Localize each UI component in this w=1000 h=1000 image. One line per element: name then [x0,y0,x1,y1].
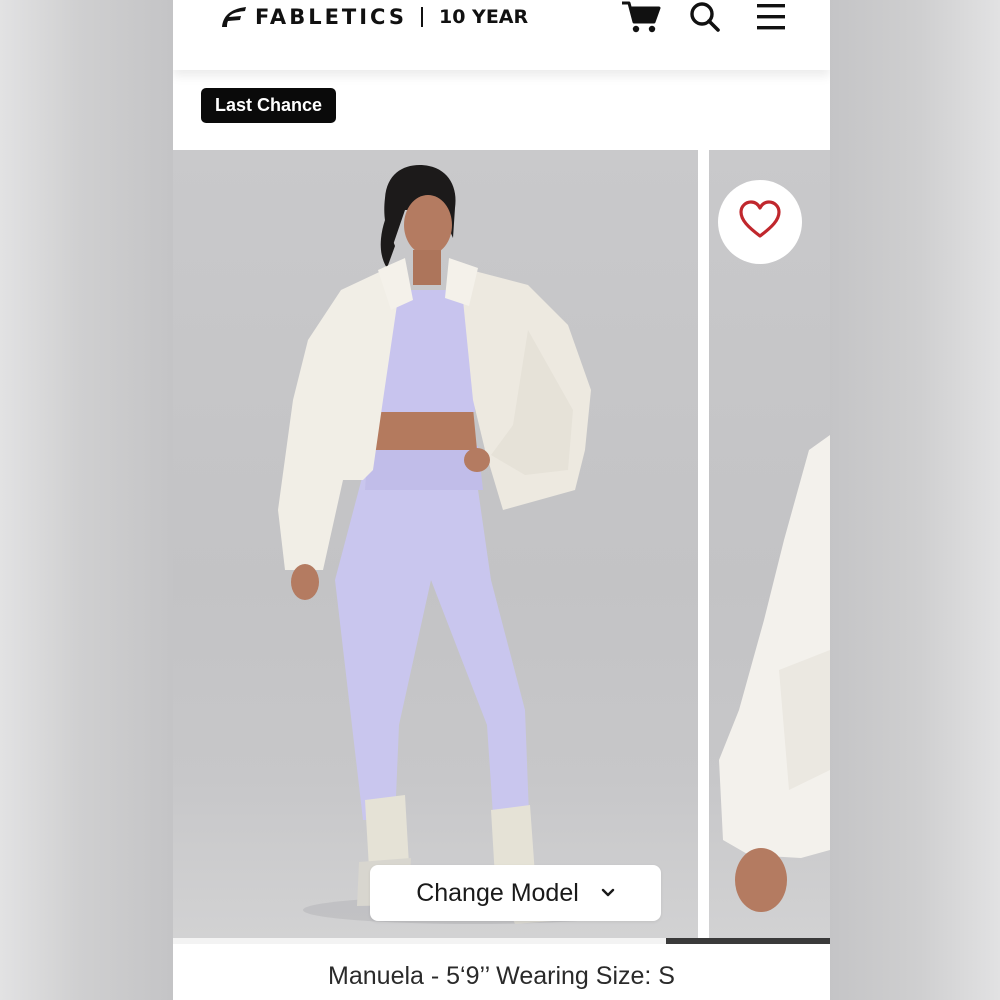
change-model-label: Change Model [416,878,579,907]
cart-icon[interactable] [621,0,661,34]
product-image-carousel[interactable]: Change Model [173,150,830,940]
model-photo [278,165,643,924]
chevron-down-icon [601,888,615,898]
change-model-button[interactable]: Change Model [370,865,661,921]
model-photo-partial [719,435,830,912]
favorite-button[interactable] [718,180,802,264]
product-image-main[interactable]: Change Model [173,150,698,938]
heart-icon [738,199,782,245]
brand-logo[interactable]: FABLETICS 10 YEAR [219,0,528,34]
search-icon[interactable] [687,0,723,34]
site-header: FABLETICS 10 YEAR [173,0,830,70]
brand-mark-icon [222,7,246,27]
last-chance-badge: Last Chance [201,88,337,123]
brand-name: FABLETICS [255,5,407,29]
carousel-progress [173,938,830,944]
product-image-next[interactable] [709,150,830,938]
model-size-caption: Manuela - 5‘9’’ Wearing Size: S [328,962,675,990]
menu-icon[interactable] [753,0,789,34]
brand-divider [421,7,423,27]
carousel-progress-indicator [665,938,830,944]
mobile-screen: FABLETICS 10 YEAR Last Chance Change Mod… [173,0,830,1000]
anniversary-label: 10 YEAR [439,6,529,28]
